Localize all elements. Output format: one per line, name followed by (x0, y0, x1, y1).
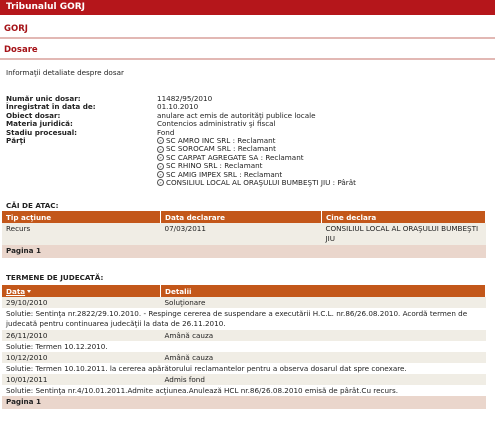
table-row: 26/11/2010 Amână cauza (2, 330, 486, 341)
table-row: Solutie: Termen 10.10.2011. la cererea a… (2, 363, 486, 374)
hearings-heading: TERMENE DE JUDECATĂ: (6, 273, 104, 282)
window-title-bar: Tribunalul GORJ (0, 0, 495, 15)
column-header: Cine declara (321, 211, 486, 223)
field-legal-matter: Materia juridică: Contencios administrat… (6, 119, 486, 129)
column-header: Detalii (160, 285, 486, 297)
court-name: GORJ (4, 24, 28, 34)
cell-date: 26/11/2010 (2, 330, 161, 341)
pager-row: Pagina 1 (2, 396, 486, 409)
cell-date: 29/10/2010 (2, 297, 161, 308)
table-row: Solutie: Sentinţa nr.2822/29.10.2010. - … (2, 308, 486, 330)
column-header[interactable]: Data (6, 287, 25, 296)
appeals-table: Tip acţiune Data declarare Cine declara … (2, 211, 486, 258)
table-row: Solutie: Termen 10.12.2010. (2, 341, 486, 352)
cell-detail: Admis fond (160, 374, 486, 385)
cell-detail: Soluţionare (160, 297, 486, 308)
cell-solution: Solutie: Sentinţa nr.4/10.01.2011.Admite… (2, 385, 486, 396)
party-item[interactable]: » CONSILIUL LOCAL AL ORAŞULUI BUMBEŞTI JI… (157, 177, 356, 187)
pager-link[interactable]: Pagina 1 (2, 396, 486, 409)
field-label: Părţi (6, 135, 26, 145)
field-value: Contencios administrativ şi fiscal (157, 119, 276, 129)
cell-solution: Solutie: Termen 10.10.2011. la cererea a… (2, 363, 486, 374)
expand-icon: » (157, 179, 164, 187)
pager-link[interactable]: Pagina 1 (2, 245, 486, 258)
table-row: Recurs 07/03/2011 CONSILIUL LOCAL AL ORA… (2, 223, 486, 245)
cell-type: Recurs (2, 223, 161, 245)
sort-desc-icon (27, 290, 32, 293)
divider (0, 37, 495, 39)
cell-solution: Solutie: Termen 10.12.2010. (2, 341, 486, 352)
cell-detail: Amână cauza (160, 330, 486, 341)
pager-row: Pagina 1 (2, 245, 486, 258)
case-details: Număr unic dosar: 11482/95/2010 Înregist… (6, 94, 486, 187)
divider (0, 58, 495, 60)
column-header: Tip acţiune (2, 211, 161, 223)
field-parties: Părţi » SC AMRO INC SRL : Reclamant » SC S… (6, 135, 486, 187)
cell-detail: Amână cauza (160, 352, 486, 363)
hearings-table: Data Detalii 29/10/2010 Soluţionare Solu… (2, 285, 486, 409)
table-row: Solutie: Sentinţa nr.4/10.01.2011.Admite… (2, 385, 486, 396)
cell-who: CONSILIUL LOCAL AL ORAŞULUI BUMBEŞTI JIU (321, 223, 486, 245)
cell-date: 10/01/2011 (2, 374, 161, 385)
expand-icon: » (157, 154, 164, 162)
party-list: » SC AMRO INC SRL : Reclamant » SC SOROCAM… (157, 136, 356, 187)
table-row: 29/10/2010 Soluţionare (2, 297, 486, 308)
cell-date: 07/03/2011 (160, 223, 322, 245)
party-label: CONSILIUL LOCAL AL ORAŞULUI BUMBEŞTI JIU… (166, 177, 356, 187)
column-header: Data declarare (160, 211, 322, 223)
table-row: 10/01/2011 Admis fond (2, 374, 486, 385)
sort-header-date[interactable]: Data (2, 285, 161, 297)
table-row: 10/12/2010 Amână cauza (2, 352, 486, 363)
intro-text: Informaţii detaliate despre dosar (6, 68, 124, 77)
app-title: Tribunalul GORJ (6, 2, 86, 12)
expand-icon: » (157, 171, 164, 179)
expand-icon: » (157, 162, 164, 170)
expand-icon: » (157, 145, 164, 153)
section-title: Dosare (4, 45, 38, 55)
cell-date: 10/12/2010 (2, 352, 161, 363)
expand-icon: » (157, 137, 164, 145)
appeals-heading: CĂI DE ATAC: (6, 201, 59, 210)
cell-solution: Solutie: Sentinţa nr.2822/29.10.2010. - … (2, 308, 486, 330)
